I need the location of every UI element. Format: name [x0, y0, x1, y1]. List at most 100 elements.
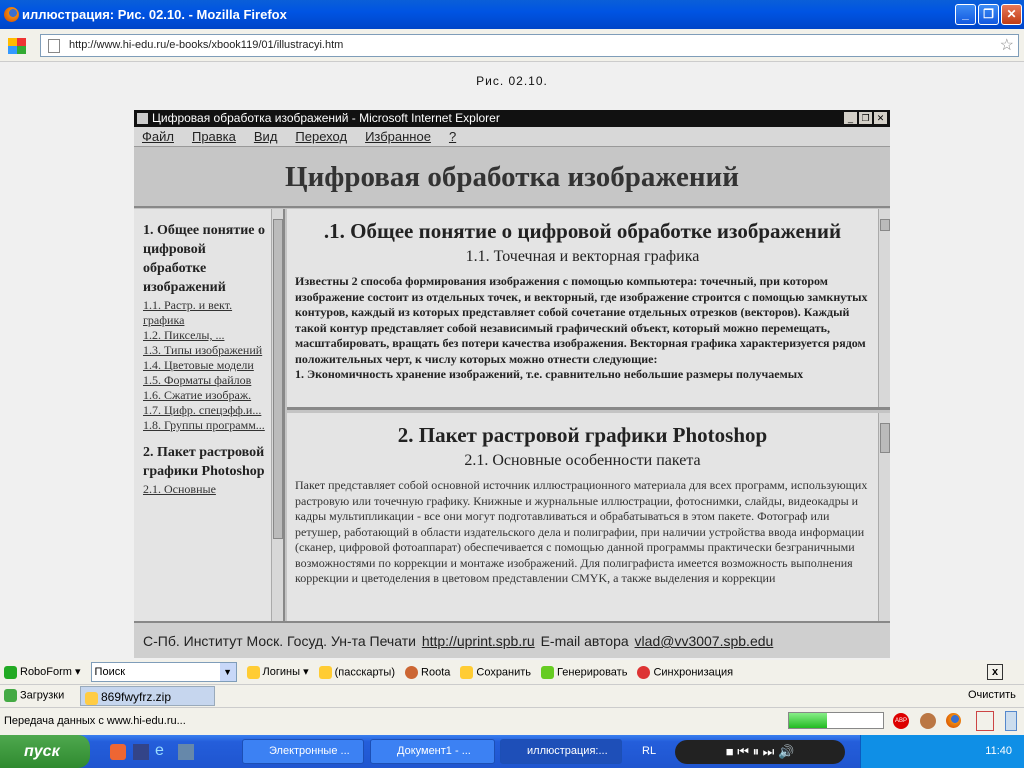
- quicklaunch-icon[interactable]: [133, 744, 149, 760]
- taskbar: пуск e Электронные ... Документ1 - ... и…: [0, 735, 1024, 768]
- chevron-down-icon[interactable]: ▼: [219, 663, 236, 681]
- status-bar: Передача данных с www.hi-edu.ru... ABP: [0, 708, 1024, 735]
- toc-link: 2.1. Основные: [143, 482, 216, 496]
- toc-link: 1.7. Цифр. спецэфф.и...: [143, 403, 262, 417]
- greasemonkey-icon[interactable]: [920, 713, 936, 729]
- apps-icon[interactable]: [8, 38, 26, 54]
- downloads-bar: Загрузки 869fwyfrz.zip Очистить: [0, 685, 1024, 708]
- page-icon: [48, 39, 60, 53]
- taskbar-button[interactable]: Документ1 - ...: [370, 739, 495, 764]
- toc-link: 1.4. Цветовые модели: [143, 358, 254, 372]
- toc-link: 1.1. Растр. и вект. графика: [143, 298, 233, 327]
- toc-link: 1.5. Форматы файлов: [143, 373, 252, 387]
- language-indicator[interactable]: RL: [642, 745, 656, 757]
- section-heading: .1. Общее понятие о цифровой обработке и…: [323, 219, 842, 243]
- roboform-toolbar: RoboForm ▾ Поиск ▼ Логины ▾ (пасскарты) R…: [0, 660, 1024, 685]
- status-text: Передача данных с www.hi-edu.ru...: [4, 715, 186, 727]
- taskbar-button[interactable]: Электронные ...: [242, 739, 364, 764]
- star-icon: [460, 665, 474, 679]
- media-player-controls[interactable]: ■ ⏮ ⏸ ⏭ 🔊: [675, 740, 845, 764]
- ie-footer: С-Пб. Институт Моск. Госуд. Ун-та Печати…: [134, 621, 890, 658]
- close-button[interactable]: ✕: [1001, 4, 1022, 25]
- ie-menubar: Файл Правка Вид Переход Избранное ?: [134, 127, 890, 147]
- paragraph: Известны 2 способа формирования изображе…: [295, 274, 868, 366]
- ie-close-icon: ✕: [874, 112, 887, 124]
- download-icon: [4, 689, 17, 702]
- navigation-bar: http://www.hi-edu.ru/e-books/xbook119/01…: [0, 29, 1024, 62]
- progress-bar: [788, 712, 884, 729]
- close-toolbar-button[interactable]: x: [987, 664, 1003, 680]
- toc-section-2: 2. Пакет растровой графики Photoshop: [143, 445, 265, 479]
- page-content: Рис. 02.10. Цифровая обработка изображен…: [0, 62, 1024, 660]
- list-item: 1. Экономичность хранение изображений, т…: [295, 367, 804, 381]
- url-input[interactable]: http://www.hi-edu.ru/e-books/xbook119/01…: [40, 34, 1019, 57]
- subsection-heading: 1.1. Точечная и векторная графика: [465, 248, 700, 265]
- sidebar-icon[interactable]: [1005, 711, 1017, 731]
- passcards-button[interactable]: (пасскарты): [318, 665, 395, 679]
- toc-section-1: 1. Общее понятие о цифровой обработке из…: [143, 223, 266, 295]
- url-text: http://www.hi-edu.ru/e-books/xbook119/01…: [69, 39, 344, 51]
- toc-link: 1.8. Группы программ...: [143, 418, 265, 432]
- toc-link: 1.3. Типы изображений: [143, 343, 263, 357]
- bottom-frame-scrollbar: [878, 413, 890, 621]
- footer-link: http://uprint.spb.ru: [421, 633, 535, 649]
- downloads-button[interactable]: Загрузки: [4, 689, 64, 702]
- minimize-button[interactable]: _: [955, 4, 976, 25]
- ie-menu-favorites: Избранное: [365, 129, 431, 144]
- roboform-menu[interactable]: RoboForm ▾: [4, 665, 81, 679]
- ie-title: Цифровая обработка изображений - Microso…: [152, 111, 500, 125]
- ie-menu-view: Вид: [253, 129, 278, 144]
- clock: 11:40: [985, 745, 1012, 757]
- adblock-icon[interactable]: ABP: [893, 713, 909, 729]
- maximize-button[interactable]: ❐: [978, 4, 999, 25]
- generate-button[interactable]: Генерировать: [541, 665, 627, 679]
- ie-menu-edit: Правка: [191, 129, 236, 144]
- desktop-icon[interactable]: [178, 744, 194, 760]
- roota-button[interactable]: Roota: [405, 665, 450, 679]
- start-button[interactable]: пуск: [0, 735, 90, 768]
- sync-button[interactable]: Синхронизация: [637, 665, 733, 679]
- ie-banner: Цифровая обработка изображений: [134, 147, 890, 208]
- roboform-icon: [4, 665, 17, 679]
- footer-text: С-Пб. Институт Моск. Госуд. Ун-та Печати: [143, 633, 416, 649]
- save-button[interactable]: Сохранить: [460, 665, 531, 679]
- figure-caption: Рис. 02.10.: [476, 74, 548, 88]
- footer-email: vlad@vv3007.spb.edu: [634, 633, 774, 649]
- ie-minimize-icon: _: [844, 112, 857, 124]
- section-heading: 2. Пакет растровой графики Photoshop: [397, 423, 768, 447]
- toc-link: 1.2. Пикселы, ...: [143, 328, 225, 342]
- ie-window-icon: [137, 113, 148, 124]
- window-title: иллюстрация: Рис. 02.10. - Mozilla Firef…: [22, 7, 287, 22]
- logins-button[interactable]: Логины ▾: [246, 665, 309, 679]
- window-titlebar: иллюстрация: Рис. 02.10. - Mozilla Firef…: [0, 0, 1024, 29]
- top-content-frame: .1. Общее понятие о цифровой обработке и…: [287, 209, 890, 410]
- toc-scrollbar: [271, 209, 283, 621]
- toc-link: 1.6. Сжатие изображ.: [143, 388, 252, 402]
- toc-frame: 1. Общее понятие о цифровой обработке из…: [134, 209, 285, 621]
- ie-screenshot-image: Цифровая обработка изображений - Microso…: [134, 110, 890, 658]
- folder-icon: [85, 691, 98, 705]
- taskbar-button-active[interactable]: иллюстрация:...: [500, 739, 622, 764]
- footer-email-label: E-mail автора: [540, 633, 629, 649]
- download-item[interactable]: 869fwyfrz.zip: [80, 686, 215, 706]
- system-tray: 11:40: [860, 735, 1024, 768]
- paragraph: Пакет представляет собой основной источн…: [295, 478, 868, 585]
- bottom-content-frame: 2. Пакет растровой графики Photoshop 2.1…: [287, 413, 890, 621]
- lightning-icon: [541, 665, 555, 679]
- ie-menu-go: Переход: [295, 129, 348, 144]
- top-frame-scrollbar: [878, 209, 890, 407]
- bookmark-star-icon[interactable]: ☆: [1000, 35, 1014, 56]
- ie-maximize-icon: ❐: [859, 112, 872, 124]
- ie-icon[interactable]: e: [155, 742, 164, 760]
- addon-icon[interactable]: [976, 711, 994, 731]
- star-icon: [318, 665, 332, 679]
- sync-icon: [637, 665, 651, 679]
- firefox-addon-icon[interactable]: [946, 713, 961, 731]
- subsection-heading: 2.1. Основные особенности пакета: [464, 452, 701, 469]
- roboform-search-input[interactable]: Поиск ▼: [90, 662, 237, 682]
- firefox-icon: [4, 7, 19, 22]
- user-icon: [405, 665, 419, 679]
- clear-downloads-button[interactable]: Очистить: [968, 689, 1016, 701]
- quicklaunch-icon[interactable]: [110, 744, 126, 760]
- ie-menu-help: ?: [448, 129, 457, 144]
